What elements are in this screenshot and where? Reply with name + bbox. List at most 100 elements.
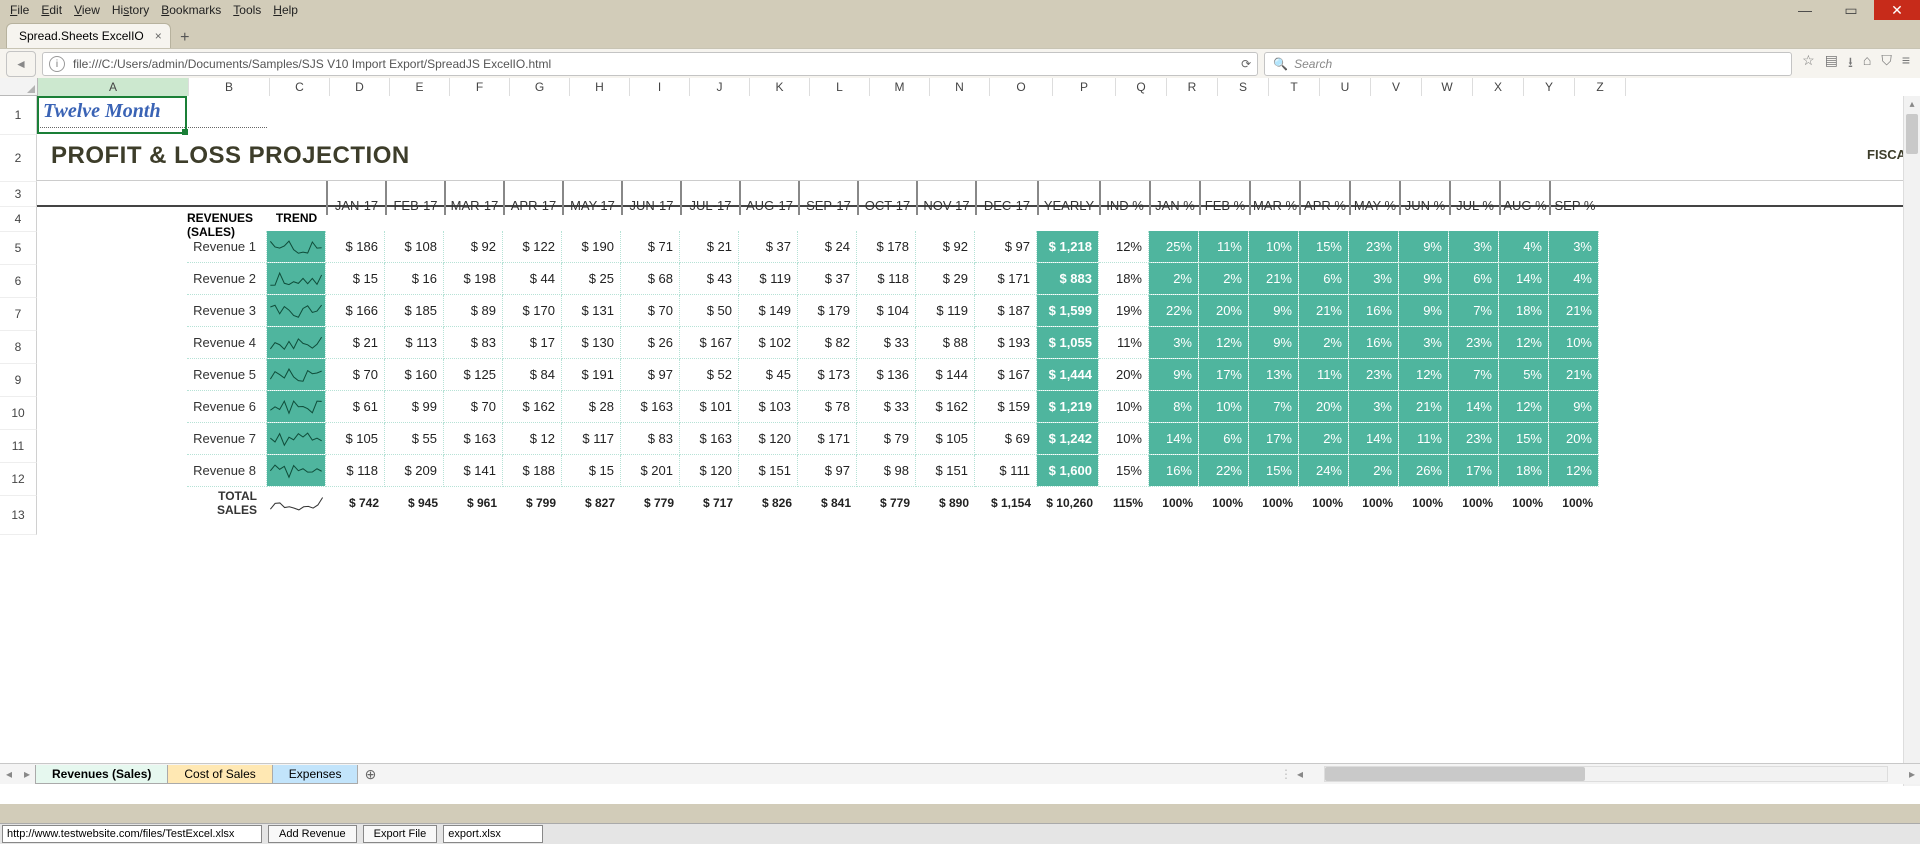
value-cell[interactable]: $ 68	[621, 263, 679, 294]
month-pct-cell[interactable]: 17%	[1249, 423, 1298, 454]
month-pct-cell[interactable]: 18%	[1499, 455, 1548, 486]
value-cell[interactable]: $ 178	[857, 231, 915, 262]
col-header-G[interactable]: G	[510, 78, 570, 96]
value-cell[interactable]: $ 209	[385, 455, 443, 486]
value-cell[interactable]: $ 70	[326, 359, 384, 390]
month-pct-cell[interactable]: 25%	[1149, 231, 1198, 262]
col-header-A[interactable]: A	[38, 78, 189, 96]
yearly-cell[interactable]: $ 1,600	[1037, 455, 1098, 486]
month-pct-cell[interactable]: 7%	[1249, 391, 1298, 422]
yearly-cell[interactable]: $ 1,219	[1037, 391, 1098, 422]
month-pct-cell[interactable]: 2%	[1299, 423, 1348, 454]
value-cell[interactable]: $ 151	[739, 455, 797, 486]
month-pct-cell[interactable]: 2%	[1199, 263, 1248, 294]
value-cell[interactable]: $ 101	[680, 391, 738, 422]
month-pct-cell[interactable]: 6%	[1299, 263, 1348, 294]
value-cell[interactable]: $ 162	[916, 391, 974, 422]
month-pct-cell[interactable]: 17%	[1449, 455, 1498, 486]
month-pct-cell[interactable]: 9%	[1549, 391, 1598, 422]
col-header-X[interactable]: X	[1473, 78, 1524, 96]
month-pct-cell[interactable]: 23%	[1349, 231, 1398, 262]
scroll-thumb[interactable]	[1906, 114, 1918, 154]
value-cell[interactable]: $ 119	[739, 263, 797, 294]
pocket-icon[interactable]: ⛉	[1881, 52, 1892, 76]
month-pct-cell[interactable]: 5%	[1499, 359, 1548, 390]
ind-pct-cell[interactable]: 20%	[1099, 359, 1148, 390]
value-cell[interactable]: $ 191	[562, 359, 620, 390]
month-pct-cell[interactable]: 14%	[1449, 391, 1498, 422]
bookmark-star-icon[interactable]: ☆	[1802, 52, 1815, 76]
month-pct-cell[interactable]: 12%	[1199, 327, 1248, 358]
vertical-scrollbar[interactable]: ▴ ▾	[1903, 96, 1920, 786]
value-cell[interactable]: $ 162	[503, 391, 561, 422]
month-pct-cell[interactable]: 21%	[1299, 295, 1348, 326]
value-cell[interactable]: $ 167	[975, 359, 1036, 390]
col-header-E[interactable]: E	[390, 78, 450, 96]
col-header-D[interactable]: D	[330, 78, 390, 96]
home-icon[interactable]: ⌂	[1863, 52, 1871, 76]
month-pct-cell[interactable]: 9%	[1249, 295, 1298, 326]
site-info-icon[interactable]: i	[49, 56, 65, 72]
value-cell[interactable]: $ 97	[621, 359, 679, 390]
hscroll-grip-icon[interactable]: ⋮	[1280, 767, 1292, 781]
month-pct-cell[interactable]: 11%	[1399, 423, 1448, 454]
value-cell[interactable]: $ 82	[798, 327, 856, 358]
menu-view[interactable]: View	[68, 1, 106, 19]
month-pct-cell[interactable]: 15%	[1499, 423, 1548, 454]
col-header-U[interactable]: U	[1320, 78, 1371, 96]
export-filename-input[interactable]	[443, 825, 543, 843]
yearly-cell[interactable]: $ 1,055	[1037, 327, 1098, 358]
value-cell[interactable]: $ 83	[621, 423, 679, 454]
value-cell[interactable]: $ 16	[385, 263, 443, 294]
yearly-cell[interactable]: $ 1,218	[1037, 231, 1098, 262]
value-cell[interactable]: $ 84	[503, 359, 561, 390]
value-cell[interactable]: $ 70	[621, 295, 679, 326]
ind-pct-cell[interactable]: 19%	[1099, 295, 1148, 326]
value-cell[interactable]: $ 144	[916, 359, 974, 390]
value-cell[interactable]: $ 151	[916, 455, 974, 486]
month-pct-cell[interactable]: 14%	[1499, 263, 1548, 294]
ind-pct-cell[interactable]: 18%	[1099, 263, 1148, 294]
month-pct-cell[interactable]: 3%	[1149, 327, 1198, 358]
reload-icon[interactable]: ⟳	[1241, 57, 1251, 71]
row-header-7[interactable]: 7	[0, 298, 37, 331]
value-cell[interactable]: $ 37	[798, 263, 856, 294]
ind-pct-cell[interactable]: 10%	[1099, 423, 1148, 454]
col-header-M[interactable]: M	[870, 78, 930, 96]
row-header-4[interactable]: 4	[0, 207, 37, 232]
value-cell[interactable]: $ 171	[975, 263, 1036, 294]
select-all-corner[interactable]	[0, 78, 38, 96]
yearly-cell[interactable]: $ 1,444	[1037, 359, 1098, 390]
url-input[interactable]: i file:///C:/Users/admin/Documents/Sampl…	[42, 52, 1258, 76]
month-pct-cell[interactable]: 22%	[1199, 455, 1248, 486]
row-header-5[interactable]: 5	[0, 232, 37, 265]
value-cell[interactable]: $ 33	[857, 327, 915, 358]
ind-pct-cell[interactable]: 10%	[1099, 391, 1148, 422]
value-cell[interactable]: $ 185	[385, 295, 443, 326]
value-cell[interactable]: $ 92	[916, 231, 974, 262]
value-cell[interactable]: $ 198	[444, 263, 502, 294]
month-pct-cell[interactable]: 21%	[1249, 263, 1298, 294]
month-pct-cell[interactable]: 3%	[1349, 391, 1398, 422]
value-cell[interactable]: $ 103	[739, 391, 797, 422]
col-header-Q[interactable]: Q	[1116, 78, 1167, 96]
value-cell[interactable]: $ 111	[975, 455, 1036, 486]
col-header-C[interactable]: C	[270, 78, 330, 96]
col-header-B[interactable]: B	[189, 78, 270, 96]
col-header-P[interactable]: P	[1053, 78, 1116, 96]
col-header-R[interactable]: R	[1167, 78, 1218, 96]
row-header-11[interactable]: 11	[0, 430, 37, 463]
value-cell[interactable]: $ 12	[503, 423, 561, 454]
value-cell[interactable]: $ 97	[975, 231, 1036, 262]
month-pct-cell[interactable]: 6%	[1449, 263, 1498, 294]
value-cell[interactable]: $ 105	[326, 423, 384, 454]
search-input[interactable]: 🔍 Search	[1264, 52, 1792, 76]
month-pct-cell[interactable]: 14%	[1349, 423, 1398, 454]
value-cell[interactable]: $ 186	[326, 231, 384, 262]
value-cell[interactable]: $ 120	[680, 455, 738, 486]
ind-pct-cell[interactable]: 12%	[1099, 231, 1148, 262]
hamburger-icon[interactable]: ≡	[1902, 52, 1910, 76]
value-cell[interactable]: $ 120	[739, 423, 797, 454]
ind-pct-cell[interactable]: 15%	[1099, 455, 1148, 486]
value-cell[interactable]: $ 117	[562, 423, 620, 454]
